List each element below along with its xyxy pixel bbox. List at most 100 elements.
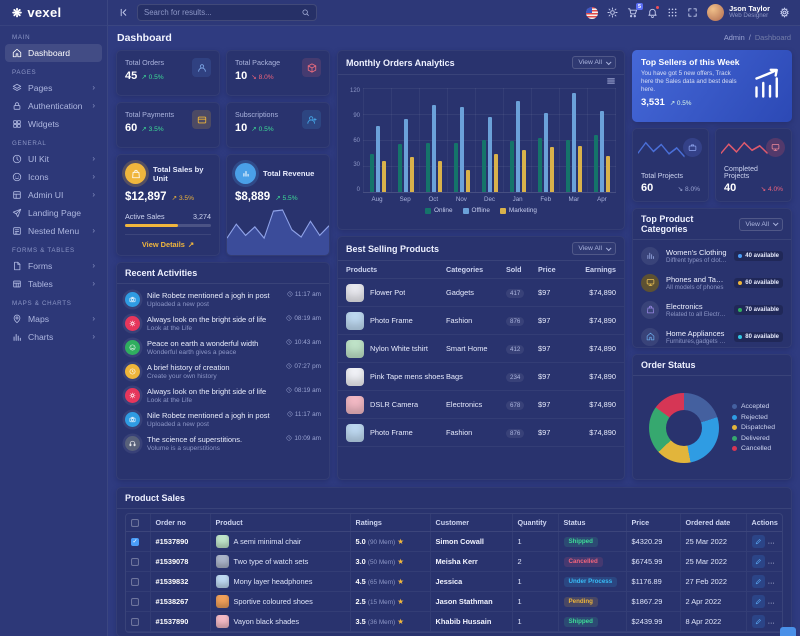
chevron-right-icon: ›	[92, 333, 95, 341]
sidebar-item-icons[interactable]: Icons ›	[5, 168, 102, 186]
bar-group-nov[interactable]	[447, 88, 475, 192]
sidebar-item-pages[interactable]: Pages ›	[5, 79, 102, 97]
search-input[interactable]	[144, 8, 297, 17]
chevron-right-icon: ›	[92, 280, 95, 288]
chart-menu-icon[interactable]	[606, 76, 616, 88]
activity-item[interactable]: A brief history of creation Create your …	[125, 359, 321, 383]
row-checkbox[interactable]	[131, 578, 139, 586]
edit-button[interactable]	[752, 615, 765, 628]
sidebar-item-tables[interactable]: Tables ›	[5, 275, 102, 293]
sidebar-item-authentication[interactable]: Authentication ›	[5, 97, 102, 115]
activity-item[interactable]: Peace on earth a wonderful width Wonderf…	[125, 335, 321, 359]
row-checkbox[interactable]	[131, 598, 139, 606]
column-quantity[interactable]: Quantity	[512, 514, 558, 532]
select-all-checkbox[interactable]	[131, 519, 139, 527]
column-customer[interactable]: Customer	[430, 514, 512, 532]
category-phones-and-tablets[interactable]: Phones and Tablets All models of phones …	[641, 269, 783, 296]
legend-marketing[interactable]: Marketing	[500, 207, 537, 214]
activity-item[interactable]: The science of superstitions. Volume is …	[125, 431, 321, 455]
activity-item[interactable]: Nile Robetz mentioned a jogh in post Upl…	[125, 407, 321, 431]
sidebar-item-dashboard[interactable]: Dashboard	[5, 44, 102, 62]
best-selling-row[interactable]: Nylon White tshirt Smart Home 412 $97 $7…	[338, 335, 624, 363]
notifications-button[interactable]	[647, 7, 658, 18]
column-ratings[interactable]: Ratings	[350, 514, 430, 532]
bar-group-mar[interactable]	[559, 88, 587, 192]
scroll-top-button[interactable]	[780, 627, 796, 636]
edit-button[interactable]	[752, 595, 765, 608]
sidebar-item-widgets[interactable]: Widgets	[5, 115, 102, 133]
language-flag-button[interactable]	[586, 7, 598, 19]
edit-button[interactable]	[752, 555, 765, 568]
legend-dispatched[interactable]: Dispatched	[732, 424, 775, 431]
sidebar-section-label: Main	[12, 34, 95, 41]
row-checkbox[interactable]	[131, 618, 139, 626]
sun-icon	[125, 388, 140, 403]
row-checkbox[interactable]	[131, 538, 139, 546]
breadcrumb-section[interactable]: Admin	[724, 33, 745, 42]
bar-group-sep[interactable]	[391, 88, 419, 192]
bar-group-aug[interactable]	[363, 88, 391, 192]
best-selling-row[interactable]: Pink Tape mens shoes Bags 234 $97 $74,89…	[338, 363, 624, 391]
revenue-label: Total Revenue	[263, 169, 314, 178]
activity-item[interactable]: Always look on the bright side of life L…	[125, 383, 321, 407]
column-price[interactable]: Price	[626, 514, 680, 532]
app-window: ❋ vexel Main Dashboard Pages Pages › Aut…	[0, 0, 800, 636]
view-details-link[interactable]: View Details↗	[125, 234, 211, 249]
column-product[interactable]: Product	[210, 514, 350, 532]
user-menu[interactable]: Json Taylor Web Designer	[707, 4, 770, 21]
legend-accepted[interactable]: Accepted	[732, 403, 775, 410]
app-logo[interactable]: ❋ vexel	[0, 0, 107, 26]
legend-offline[interactable]: Offline	[463, 207, 490, 214]
best-selling-row[interactable]: Flower Pot Gadgets 417 $97 $74,890	[338, 279, 624, 307]
analytics-view-all-button[interactable]: View All	[572, 56, 616, 69]
card-completed-projects: Completed Projects 40 ↘ 4.0%	[715, 128, 792, 202]
sidebar: ❋ vexel Main Dashboard Pages Pages › Aut…	[0, 0, 108, 636]
bar-group-feb[interactable]	[531, 88, 559, 192]
row-checkbox[interactable]	[131, 558, 139, 566]
sidebar-item-forms[interactable]: Forms ›	[5, 257, 102, 275]
sidebar-nav: Main Dashboard Pages Pages › Authenticat…	[0, 26, 107, 636]
legend-online[interactable]: Online	[425, 207, 452, 214]
category-home-appliances[interactable]: Home Appliances Furnitures,gadgets etc..…	[641, 323, 783, 347]
best-selling-view-all-button[interactable]: View All	[572, 242, 616, 255]
availability-badge: 40 available	[734, 251, 783, 261]
category-women-s-clothing[interactable]: Women's Clothing Diffrent types of cloth…	[641, 242, 783, 269]
status-badge: Shipped	[564, 617, 598, 627]
category-electronics[interactable]: Electronics Related to all Electronics 7…	[641, 296, 783, 323]
cart-button[interactable]: 5	[627, 7, 638, 18]
bar-group-dec[interactable]	[475, 88, 503, 192]
column-order-no[interactable]: Order no	[150, 514, 210, 532]
sidebar-item-admin-ui[interactable]: Admin UI ›	[5, 186, 102, 204]
sidebar-collapse-button[interactable]	[118, 7, 129, 18]
sidebar-item-maps[interactable]: Maps ›	[5, 310, 102, 328]
best-selling-row[interactable]: Photo Frame Fashion 876 $97 $74,890	[338, 307, 624, 335]
best-selling-row[interactable]: DSLR Camera Electronics 678 $97 $74,890	[338, 391, 624, 419]
bar-group-apr[interactable]	[587, 88, 616, 192]
column-ordered-date[interactable]: Ordered date	[680, 514, 746, 532]
edit-button[interactable]	[752, 575, 765, 588]
bar-group-oct[interactable]	[419, 88, 447, 192]
sidebar-item-nested-menu[interactable]: Nested Menu ›	[5, 222, 102, 240]
apps-grid-button[interactable]	[667, 7, 678, 18]
legend-rejected[interactable]: Rejected	[732, 414, 775, 421]
sidebar-item-ui-kit[interactable]: UI Kit ›	[5, 150, 102, 168]
legend-delivered[interactable]: Delivered	[732, 435, 775, 442]
best-selling-row[interactable]: Photo Frame Fashion 876 $97 $74,890	[338, 419, 624, 447]
activity-item[interactable]: Always look on the bright side of life L…	[125, 311, 321, 335]
lock-icon	[12, 101, 22, 111]
edit-button[interactable]	[752, 535, 765, 548]
column-actions[interactable]: Actions	[746, 514, 783, 532]
bar-group-jan[interactable]	[503, 88, 531, 192]
column-status[interactable]: Status	[558, 514, 626, 532]
sidebar-item-charts[interactable]: Charts ›	[5, 328, 102, 346]
categories-view-all-button[interactable]: View All	[739, 218, 783, 231]
fullscreen-button[interactable]	[687, 7, 698, 18]
activity-item[interactable]: Nile Robetz mentioned a jogh in post Upl…	[125, 287, 321, 311]
theme-toggle-button[interactable]	[607, 7, 618, 18]
legend-cancelled[interactable]: Cancelled	[732, 445, 775, 452]
sold-badge: 234	[506, 373, 524, 382]
monitor-icon	[641, 274, 659, 292]
active-sales-progress	[125, 224, 211, 227]
sidebar-item-landing-page[interactable]: Landing Page	[5, 204, 102, 222]
settings-button[interactable]	[779, 7, 790, 18]
